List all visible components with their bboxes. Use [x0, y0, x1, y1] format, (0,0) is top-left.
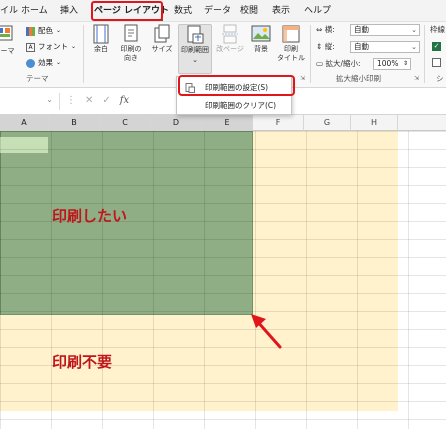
scale-launcher-icon[interactable]: ⇲ — [414, 75, 419, 82]
themes-button[interactable]: テーマ — [0, 24, 16, 56]
scale-label-text: 拡大/縮小: — [325, 59, 361, 68]
tab-data[interactable]: データ — [204, 3, 231, 19]
print-titles-button[interactable]: 印刷 タイトル — [276, 24, 306, 63]
fonts-label: フォント — [38, 42, 68, 51]
name-box[interactable]: ⌄ — [0, 93, 60, 110]
background-button[interactable]: 背景 — [248, 24, 274, 54]
column-header[interactable]: C — [100, 115, 151, 131]
column-header[interactable]: A — [0, 115, 49, 131]
ribbon-tab-bar: イル ホーム 挿入 ページ レイアウト 数式 データ 校閲 表示 ヘルプ — [0, 0, 446, 22]
more-icon: ⋮ — [66, 95, 76, 106]
width-value: 自動 — [354, 25, 369, 34]
margins-label: 余白 — [94, 45, 108, 53]
gridlines-print-checkbox[interactable] — [432, 58, 441, 67]
breaks-icon — [222, 24, 238, 44]
size-icon — [154, 24, 170, 43]
excel-window: イル ホーム 挿入 ページ レイアウト 数式 データ 校閲 表示 ヘルプ テーマ… — [0, 0, 446, 429]
column-header[interactable]: H — [351, 115, 398, 131]
chevron-down-icon: ⌄ — [46, 95, 53, 104]
themes-group-label: テーマ — [26, 74, 49, 83]
breaks-button[interactable]: 改ページ — [214, 24, 246, 54]
themes-icon — [0, 25, 13, 41]
width-label-text: 横: — [324, 25, 335, 34]
column-header[interactable]: G — [304, 115, 351, 131]
enter-icon[interactable]: ✓ — [102, 95, 110, 106]
tab-view[interactable]: 表示 — [272, 3, 290, 19]
print-not-needed-text: 印刷不要 — [52, 353, 113, 371]
print-area-icon — [187, 25, 204, 44]
tab-file[interactable]: イル — [0, 3, 18, 19]
margins-button[interactable]: 余白 — [88, 24, 114, 54]
column-header[interactable]: F — [253, 115, 304, 131]
colors-icon — [26, 26, 35, 36]
print-titles-icon — [282, 25, 300, 43]
size-label: サイズ — [151, 45, 173, 53]
scale-value: 100% — [377, 59, 399, 68]
menu-item-clear-print-area[interactable]: 印刷範囲のクリア(C) — [179, 98, 289, 114]
group-separator — [83, 25, 84, 83]
print-area-button[interactable]: 印刷範囲 ⌄ — [178, 24, 212, 74]
fonts-button[interactable]: A フォント ⌄ — [26, 41, 76, 53]
height-value: 自動 — [354, 42, 369, 51]
set-print-area-highlight — [178, 75, 295, 96]
width-dropdown[interactable]: 自動 ⌄ — [350, 24, 420, 36]
themes-label: テーマ — [0, 47, 15, 55]
background-label: 背景 — [254, 45, 268, 53]
page-layout-tab-highlight — [91, 1, 163, 21]
formula-actions: ⋮ ✕ ✓ fx — [66, 95, 129, 106]
gridlines-label: 枠線 — [430, 25, 445, 34]
gridlines-view-checkbox[interactable]: ✓ — [432, 42, 441, 51]
effects-button[interactable]: 効果 ⌄ — [26, 57, 61, 69]
height-label-text: 縦: — [324, 42, 335, 51]
cancel-icon[interactable]: ✕ — [85, 95, 93, 106]
scale-label: ▭ 拡大/縮小: — [316, 59, 361, 69]
scale-icon: ▭ — [316, 59, 324, 68]
fonts-icon: A — [26, 42, 35, 52]
colors-label: 配色 — [38, 26, 53, 35]
height-dropdown[interactable]: 自動 ⌄ — [350, 41, 420, 53]
width-label: ⇔ 横: — [316, 25, 335, 35]
width-icon: ⇔ — [316, 25, 323, 34]
height-label: ⇕ 縦: — [316, 42, 335, 52]
scale-spinner[interactable]: 100% ⇕ — [373, 58, 411, 70]
breaks-label: 改ページ — [216, 45, 244, 53]
orientation-button[interactable]: 印刷の 向き — [116, 24, 146, 63]
page-setup-launcher-icon[interactable]: ⇲ — [300, 75, 305, 82]
spinner-arrows-icon: ⇕ — [402, 60, 408, 67]
scale-group-label: 拡大縮小印刷 — [336, 74, 381, 83]
cell-grid[interactable]: 印刷したい 印刷不要 — [0, 131, 446, 429]
sheet-options-group-label: シ — [436, 74, 444, 83]
colors-button[interactable]: 配色 ⌄ — [26, 25, 61, 37]
column-header[interactable] — [398, 115, 446, 131]
tab-insert[interactable]: 挿入 — [60, 3, 78, 19]
group-separator — [310, 25, 311, 83]
print-area-label: 印刷範囲 — [181, 46, 209, 54]
chevron-down-icon: ⌄ — [411, 26, 417, 34]
column-headers: A B C D E F G H — [0, 115, 446, 131]
orientation-label: 印刷の 向き — [120, 45, 142, 62]
effects-label: 効果 — [38, 58, 53, 67]
insert-function-icon[interactable]: fx — [120, 95, 129, 106]
chevron-down-icon: ⌄ — [411, 43, 417, 51]
print-wanted-text: 印刷したい — [52, 207, 128, 225]
column-header[interactable]: E — [202, 115, 253, 131]
tab-formulas[interactable]: 数式 — [174, 3, 192, 19]
print-titles-label: 印刷 タイトル — [277, 45, 305, 62]
background-icon — [251, 25, 271, 42]
effects-icon — [26, 58, 35, 68]
tab-review[interactable]: 校閲 — [240, 3, 258, 19]
margins-icon — [93, 24, 109, 44]
active-cell[interactable] — [0, 137, 48, 153]
menu-item-label: 印刷範囲のクリア(C) — [205, 101, 277, 110]
size-button[interactable]: サイズ — [148, 24, 176, 54]
column-header[interactable]: B — [49, 115, 100, 131]
column-header[interactable]: D — [151, 115, 202, 131]
red-arrow-icon — [251, 314, 282, 349]
height-icon: ⇕ — [316, 42, 323, 51]
tab-help[interactable]: ヘルプ — [304, 3, 331, 19]
orientation-icon — [124, 24, 138, 42]
tab-home[interactable]: ホーム — [21, 3, 48, 19]
group-separator — [424, 25, 425, 83]
chevron-down-icon: ⌄ — [192, 56, 198, 64]
